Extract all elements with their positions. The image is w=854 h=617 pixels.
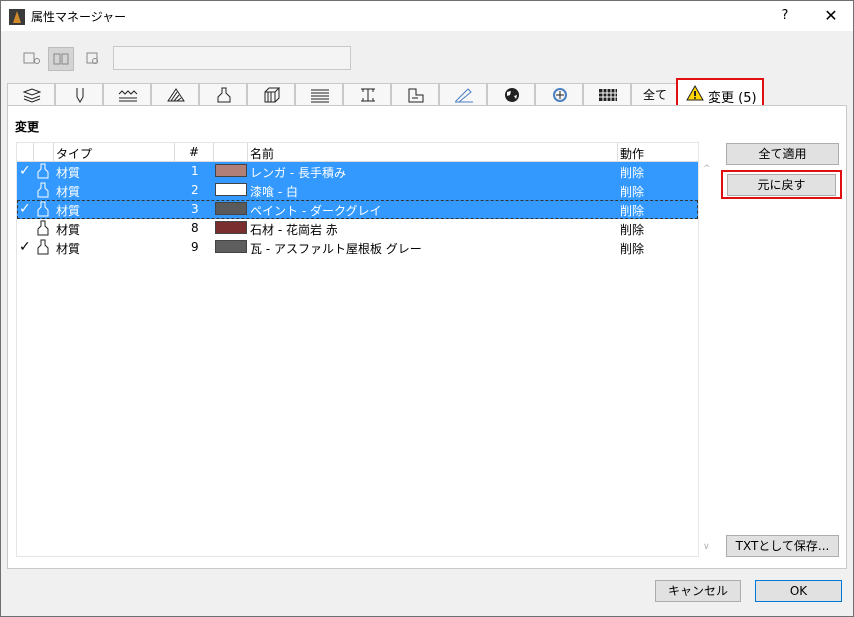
search-input[interactable] <box>113 46 351 70</box>
column-separator <box>53 143 54 161</box>
fill-icon <box>167 88 185 102</box>
tab-profiles[interactable] <box>295 83 343 105</box>
column-separator <box>174 143 175 161</box>
tab-building-materials[interactable] <box>343 83 391 105</box>
row-number: 9 <box>191 240 199 254</box>
tab-environment[interactable] <box>487 83 535 105</box>
window-title: 属性マネージャー <box>31 10 127 24</box>
row-number: 8 <box>191 221 199 235</box>
help-button[interactable]: ? <box>773 5 797 27</box>
header-name[interactable]: 名前 <box>250 145 274 162</box>
attribute-manager-window: 属性マネージャー ? ✕ 全て 変更 (5) 変更 タイプ # 名前 動作 ✓ … <box>0 0 854 617</box>
warning-icon <box>686 85 704 101</box>
color-swatch <box>215 240 247 253</box>
header-action[interactable]: 動作 <box>620 145 644 162</box>
ok-button[interactable]: OK <box>755 580 842 602</box>
check-icon[interactable]: ✓ <box>19 163 31 179</box>
changes-table: タイプ # 名前 動作 ✓ 材質 1 レンガ - 長手積み 削除 材質 2 漆喰… <box>16 142 699 557</box>
row-type: 材質 <box>56 204 81 218</box>
tab-composites[interactable] <box>247 83 295 105</box>
tab-markup[interactable] <box>439 83 487 105</box>
title-bar: 属性マネージャー ? ✕ <box>1 1 853 31</box>
brush-icon <box>37 163 49 179</box>
zone-icon <box>408 88 424 103</box>
tab-mep[interactable] <box>535 83 583 105</box>
scroll-up-icon[interactable]: ^ <box>703 164 711 174</box>
save-as-txt-button[interactable]: TXTとして保存... <box>726 535 839 557</box>
cancel-button[interactable]: キャンセル <box>655 580 741 602</box>
tab-zones[interactable] <box>391 83 439 105</box>
row-type: 材質 <box>56 166 81 180</box>
column-separator <box>617 143 618 161</box>
split-view-icon[interactable] <box>48 47 74 71</box>
row-type: 材質 <box>56 242 81 256</box>
section-title: 変更 <box>15 120 40 134</box>
mep-icon <box>553 88 567 102</box>
table-header: タイプ # 名前 動作 <box>17 143 698 162</box>
tab-surfaces[interactable] <box>199 83 247 105</box>
tab-all[interactable]: 全て <box>631 83 679 105</box>
pen-icon <box>76 88 84 103</box>
row-number: 3 <box>191 202 199 216</box>
table-row[interactable]: ✓ 材質 3 ペイント - ダークグレイ 削除 <box>17 200 698 219</box>
row-type: 材質 <box>56 223 81 237</box>
brush-icon <box>37 201 49 217</box>
table-scrollbar[interactable]: ^ ∨ <box>699 142 715 557</box>
list-view-icon[interactable] <box>19 47 45 71</box>
apply-all-button[interactable]: 全て適用 <box>726 143 839 165</box>
line-types-icon <box>118 90 138 102</box>
brush-icon <box>37 182 49 198</box>
row-number: 2 <box>191 183 199 197</box>
tab-fills[interactable] <box>151 83 199 105</box>
scroll-down-icon[interactable]: ∨ <box>703 542 710 552</box>
color-swatch <box>215 164 247 177</box>
revert-highlight: 元に戻す <box>721 170 842 199</box>
markup-icon <box>455 88 473 103</box>
row-action[interactable]: 削除 <box>620 221 644 238</box>
row-action[interactable]: 削除 <box>620 183 644 200</box>
row-type: 材質 <box>56 185 81 199</box>
check-icon[interactable]: ✓ <box>19 201 31 217</box>
row-name: ペイント - ダークグレイ <box>250 204 382 218</box>
row-name: 瓦 - アスファルト屋根板 グレー <box>250 242 422 256</box>
column-separator <box>213 143 214 161</box>
tab-layers[interactable] <box>7 83 55 105</box>
table-row[interactable]: 材質 8 石材 - 花崗岩 赤 削除 <box>17 219 698 238</box>
close-button[interactable]: ✕ <box>817 5 845 27</box>
archicad-icon <box>9 9 25 25</box>
brush-icon <box>37 220 49 236</box>
header-number[interactable]: # <box>189 145 199 159</box>
header-type[interactable]: タイプ <box>56 145 92 162</box>
column-separator <box>33 143 34 161</box>
globe-icon <box>505 88 519 102</box>
color-swatch <box>215 202 247 215</box>
brush-icon <box>217 87 231 103</box>
tab-pens[interactable] <box>55 83 103 105</box>
table-row[interactable]: ✓ 材質 1 レンガ - 長手積み 削除 <box>17 162 698 181</box>
composite-icon <box>264 87 281 103</box>
building-material-icon <box>361 88 375 102</box>
detail-view-icon[interactable] <box>79 47 105 71</box>
profile-icon <box>311 89 329 103</box>
tab-line-types[interactable] <box>103 83 151 105</box>
row-name: レンガ - 長手積み <box>250 166 346 180</box>
row-name: 石材 - 花崗岩 赤 <box>250 223 338 237</box>
row-action[interactable]: 削除 <box>620 164 644 181</box>
row-action[interactable]: 削除 <box>620 240 644 257</box>
layers-icon <box>22 88 42 103</box>
color-swatch <box>215 183 247 196</box>
revert-button[interactable]: 元に戻す <box>727 174 836 196</box>
table-row[interactable]: ✓ 材質 9 瓦 - アスファルト屋根板 グレー 削除 <box>17 238 698 257</box>
grid-icon <box>599 89 617 101</box>
tab-grid[interactable] <box>583 83 631 105</box>
color-swatch <box>215 221 247 234</box>
table-row[interactable]: 材質 2 漆喰 - 白 削除 <box>17 181 698 200</box>
row-action[interactable]: 削除 <box>620 202 644 219</box>
tab-changes-label: 変更 (5) <box>708 91 757 106</box>
row-name: 漆喰 - 白 <box>250 185 298 199</box>
row-number: 1 <box>191 164 199 178</box>
check-icon[interactable]: ✓ <box>19 239 31 255</box>
brush-icon <box>37 239 49 255</box>
column-separator <box>247 143 248 161</box>
